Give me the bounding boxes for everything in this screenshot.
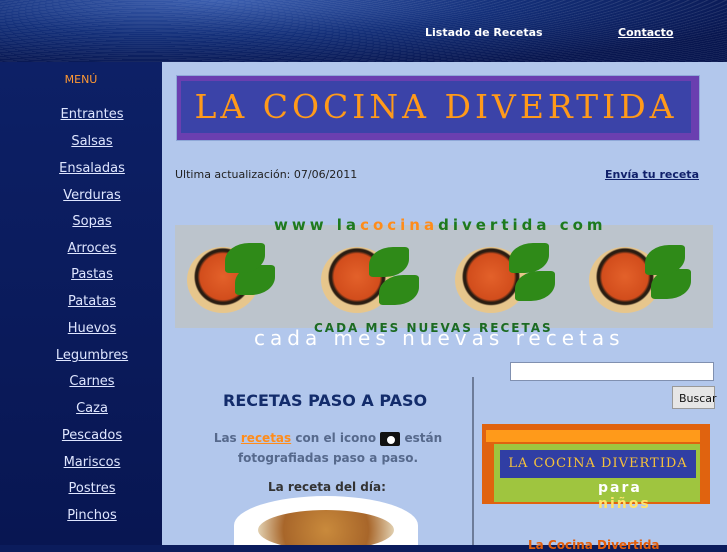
main-content: LA COCINA DIVERTIDA Ultima actualización… — [162, 62, 727, 552]
sidebar-item-caza[interactable]: Caza — [0, 401, 184, 416]
site-url: www lacocinadivertida com — [274, 216, 607, 234]
search-button[interactable]: Buscar — [672, 386, 717, 409]
menu-title: MENÚ — [64, 73, 98, 86]
plate-photo — [577, 235, 695, 320]
sidebar-item-pescados[interactable]: Pescados — [0, 428, 184, 443]
nav-listado-recetas[interactable]: Listado de Recetas — [425, 26, 543, 39]
recetas-link[interactable]: recetas — [241, 431, 291, 445]
sidebar-item-salsas[interactable]: Salsas — [0, 134, 184, 149]
plate-photo — [443, 235, 561, 320]
column-divider — [472, 377, 474, 545]
hero-photo — [175, 225, 713, 328]
nav-contacto[interactable]: Contacto — [618, 26, 673, 39]
envia-receta-link[interactable]: Envía tu receta — [605, 168, 699, 181]
camera-icon — [380, 431, 401, 446]
header: Listado de Recetas Contacto — [0, 0, 727, 62]
sidebar-item-pinchos[interactable]: Pinchos — [0, 508, 184, 523]
intro-text: Las recetas con el icono están fotografi… — [213, 431, 443, 465]
sidebar-item-verduras[interactable]: Verduras — [0, 188, 184, 203]
site-banner: LA COCINA DIVERTIDA — [176, 75, 700, 141]
slogan-green: CADA MES NUEVAS RECETAS — [314, 321, 553, 335]
sidebar-item-huevos[interactable]: Huevos — [0, 321, 184, 336]
ninos-banner-title: LA COCINA DIVERTIDA — [500, 450, 696, 478]
plate-photo — [309, 235, 427, 320]
section-title: RECETAS PASO A PASO — [223, 391, 428, 410]
receta-del-dia-label: La receta del día: — [268, 480, 386, 494]
sidebar-item-carnes[interactable]: Carnes — [0, 374, 184, 389]
sidebar-item-patatas[interactable]: Patatas — [0, 294, 184, 309]
ninos-banner[interactable]: LA COCINA DIVERTIDA para niños — [482, 424, 710, 512]
receta-del-dia-photo[interactable] — [234, 496, 418, 545]
para-ninos-text: para niños — [598, 480, 651, 512]
search-input[interactable] — [510, 362, 714, 381]
sidebar-item-mariscos[interactable]: Mariscos — [0, 455, 184, 470]
sidebar-item-arroces[interactable]: Arroces — [0, 241, 184, 256]
sidebar-item-pastas[interactable]: Pastas — [0, 267, 184, 282]
sidebar-item-legumbres[interactable]: Legumbres — [0, 348, 184, 363]
banner-title: LA COCINA DIVERTIDA — [181, 81, 691, 133]
footer-link[interactable]: La Cocina Divertida — [528, 538, 660, 552]
last-update: Ultima actualización: 07/06/2011 — [175, 168, 358, 181]
sidebar-item-entrantes[interactable]: Entrantes — [0, 107, 184, 122]
plate-photo — [175, 235, 293, 320]
sidebar-item-ensaladas[interactable]: Ensaladas — [0, 161, 184, 176]
sidebar: MENÚ Entrantes Salsas Ensaladas Verduras… — [0, 62, 162, 545]
sidebar-item-postres[interactable]: Postres — [0, 481, 184, 496]
sidebar-item-sopas[interactable]: Sopas — [0, 214, 184, 229]
